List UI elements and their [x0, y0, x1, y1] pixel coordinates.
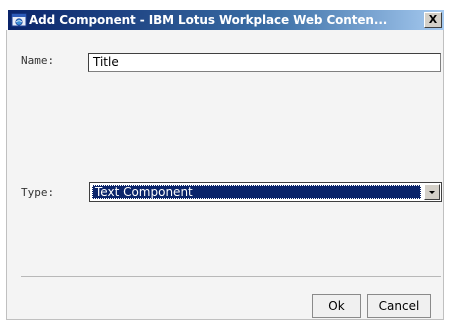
browser-window-icon [11, 13, 27, 27]
name-label: Name: [21, 54, 55, 67]
type-label: Type: [21, 186, 55, 199]
close-icon: X [428, 13, 438, 26]
title-bar[interactable]: Add Component - IBM Lotus Workplace Web … [8, 10, 444, 30]
dialog-body: Name: Title Type: Text Component Ok Canc… [6, 30, 444, 320]
cancel-button[interactable]: Cancel [367, 294, 431, 318]
chevron-down-icon[interactable] [424, 184, 440, 200]
dialog-window: Add Component - IBM Lotus Workplace Web … [6, 10, 444, 320]
name-field-value: Title [93, 55, 119, 69]
type-select-value: Text Component [92, 185, 421, 199]
close-button[interactable]: X [424, 12, 442, 28]
window-title: Add Component - IBM Lotus Workplace Web … [29, 13, 388, 27]
type-select[interactable]: Text Component [89, 182, 442, 202]
ok-button[interactable]: Ok [312, 294, 361, 318]
name-field[interactable]: Title [88, 53, 441, 72]
button-divider [21, 276, 441, 277]
